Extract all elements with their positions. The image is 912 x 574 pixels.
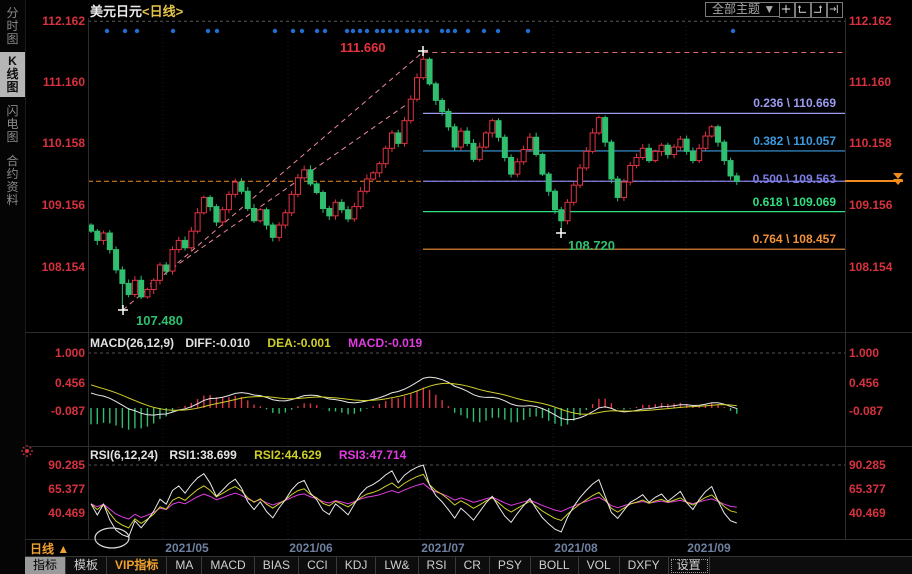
tab-psy[interactable]: PSY <box>490 557 531 574</box>
date-tick: 2021/06 <box>281 541 341 555</box>
crosshair-icon[interactable] <box>779 2 795 18</box>
price-tick: 111.160 <box>24 75 85 89</box>
sidebar-tab-flash[interactable]: 闪电图 <box>0 102 25 147</box>
macd-tick: -0.087 <box>24 404 85 418</box>
tab-vip-indicator[interactable]: VIP指标 <box>107 557 167 574</box>
sidebar: 分时图 K线图 闪电图 合约资料 <box>0 0 26 574</box>
macd-histogram <box>91 388 737 430</box>
macd-diff-value: DIFF:-0.010 <box>185 336 250 350</box>
tab-indicator[interactable]: 指标 <box>25 557 66 574</box>
panel-divider <box>25 332 912 333</box>
macd-readout: MACD(26,12,9) DIFF:-0.010 DEA:-0.001 MAC… <box>90 336 422 350</box>
price-tick: 110.158 <box>849 136 911 150</box>
price-annotation: 111.660 <box>340 40 386 55</box>
chevron-down-icon: ▼ <box>763 2 775 16</box>
tab-settings[interactable]: 设置 <box>669 557 710 574</box>
fib-level-label: 0.764 \ 108.457 <box>753 232 836 246</box>
price-tick: 111.160 <box>849 75 911 89</box>
price-annotation: 107.480 <box>136 313 183 328</box>
tab-ma[interactable]: MA <box>167 557 202 574</box>
sidebar-tab-label: 合约资料 <box>6 152 20 210</box>
tab-template[interactable]: 模板 <box>66 557 107 574</box>
tab-vol[interactable]: VOL <box>579 557 620 574</box>
period-label: 日线 <box>30 542 54 556</box>
event-dots <box>105 29 735 33</box>
price-tick: 112.162 <box>24 14 85 28</box>
period-selector[interactable]: 日线 ▲ <box>30 540 69 557</box>
plot-left-border <box>88 18 89 539</box>
rsi2-value: RSI2:44.629 <box>254 448 321 462</box>
tab-macd[interactable]: MACD <box>202 557 254 574</box>
tab-kdj[interactable]: KDJ <box>337 557 377 574</box>
theme-dropdown-label: 全部主题 <box>712 2 760 16</box>
price-tick: 110.158 <box>24 136 85 150</box>
theme-dropdown-button[interactable]: 全部主题 ▼ <box>705 2 782 17</box>
symbol-name: 美元日元 <box>90 4 142 19</box>
current-price-marker <box>893 179 903 185</box>
rsi-tick: 65.377 <box>849 482 911 496</box>
candlestick-chart[interactable]: 0.236 \ 110.669 0.382 \ 110.057 0.500 \ 10… <box>88 18 845 332</box>
tab-lw[interactable]: LW& <box>376 557 418 574</box>
rsi-params: RSI(6,12,24) <box>90 448 158 462</box>
rsi-tick: 40.469 <box>849 506 911 520</box>
ellipse-annotation <box>92 526 132 555</box>
date-tick: 2021/07 <box>413 541 473 555</box>
pan-right-icon[interactable] <box>827 2 843 18</box>
date-tick: 2021/09 <box>679 541 739 555</box>
macd-tick: 0.456 <box>24 376 85 390</box>
macd-macd-value: MACD:-0.019 <box>348 336 422 350</box>
tab-cr[interactable]: CR <box>456 557 490 574</box>
candlestick-canvas <box>88 18 845 332</box>
fib-level-label: 0.500 \ 109.563 <box>753 172 836 186</box>
price-annotation: 108.720 <box>568 238 615 253</box>
period-name: <日线> <box>142 4 183 19</box>
sidebar-tab-label: K线图 <box>6 52 20 97</box>
dif-line <box>91 377 737 420</box>
rsi-tick: 90.285 <box>849 458 911 472</box>
date-tick: 2021/08 <box>546 541 606 555</box>
triangle-up-icon: ▲ <box>57 542 69 556</box>
panel-divider <box>25 446 912 447</box>
macd-tick: 1.000 <box>849 346 911 360</box>
macd-tick: 0.456 <box>849 376 911 390</box>
price-tick: 109.156 <box>24 198 85 212</box>
sidebar-tab-label: 分时图 <box>6 4 20 49</box>
macd-tick: -0.087 <box>849 404 911 418</box>
date-tick: 2021/05 <box>157 541 217 555</box>
macd-dea-value: DEA:-0.001 <box>267 336 330 350</box>
tab-dxfy[interactable]: DXFY <box>620 557 669 574</box>
price-tick: 109.156 <box>849 198 911 212</box>
indicator-tabbar: 指标 模板 VIP指标 MA MACD BIAS CCI KDJ LW& RSI… <box>25 556 912 574</box>
tab-boll[interactable]: BOLL <box>531 557 579 574</box>
sidebar-tab-kline[interactable]: K线图 <box>0 52 25 97</box>
price-tick: 112.162 <box>849 14 911 28</box>
sidebar-tab-label: 闪电图 <box>6 102 20 147</box>
fib-level-label: 0.382 \ 110.057 <box>753 134 836 148</box>
axis-scale-right-icon[interactable] <box>811 2 827 18</box>
sidebar-tab-contract[interactable]: 合约资料 <box>0 152 25 210</box>
tab-cci[interactable]: CCI <box>299 557 337 574</box>
rsi-line <box>91 474 737 528</box>
macd-tick: 1.000 <box>24 346 85 360</box>
axis-scale-left-icon[interactable] <box>795 2 811 18</box>
rsi1-value: RSI1:38.699 <box>169 448 236 462</box>
sidebar-tab-timeline[interactable]: 分时图 <box>0 4 25 49</box>
price-tick: 108.154 <box>24 260 85 274</box>
tab-rsi[interactable]: RSI <box>419 557 456 574</box>
panel-divider <box>25 539 912 540</box>
plot-right-border <box>845 18 846 539</box>
fib-level-label: 0.236 \ 110.669 <box>753 96 836 110</box>
chart-application: 分时图 K线图 闪电图 合约资料 美元日元<日线> 全部主题 ▼ 112.162… <box>0 0 912 574</box>
tab-bias[interactable]: BIAS <box>255 557 299 574</box>
rsi-tick: 65.377 <box>24 482 85 496</box>
price-tick: 108.154 <box>849 260 911 274</box>
rsi-tick: 40.469 <box>24 506 85 520</box>
macd-params: MACD(26,12,9) <box>90 336 174 350</box>
rsi-readout: RSI(6,12,24) RSI1:38.699 RSI2:44.629 RSI… <box>90 448 406 462</box>
fib-level-label: 0.618 \ 109.069 <box>753 195 836 209</box>
rsi3-value: RSI3:47.714 <box>339 448 406 462</box>
